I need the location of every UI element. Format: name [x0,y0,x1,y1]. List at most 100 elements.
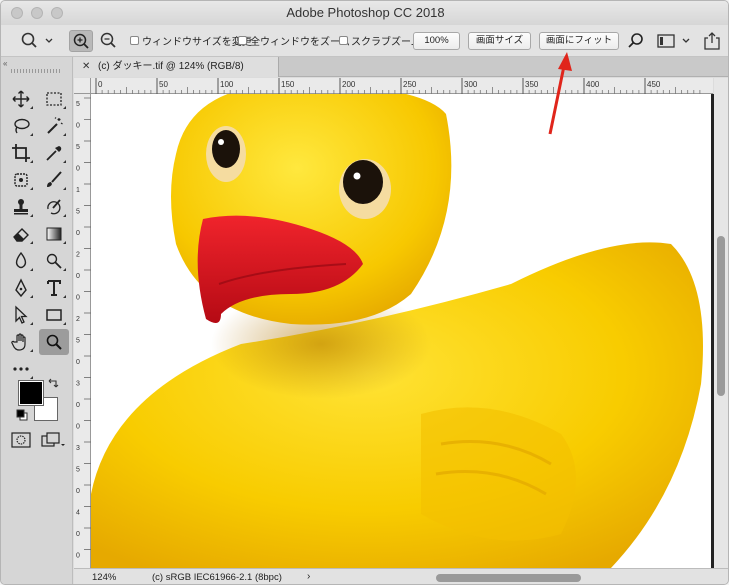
scrubby-zoom-label: スクラブズーム [351,37,421,48]
ruler-tick-label: 0 [76,553,80,560]
dodge-icon [46,253,62,269]
rubber-duck-image [91,94,703,568]
screen-mode-icon[interactable] [41,432,65,448]
ruler-tick-label: 2 [76,316,80,323]
arrow-pointer-icon [15,305,28,324]
vertical-scroll-thumb[interactable] [717,236,725,396]
more-tools-icon [13,367,29,371]
photoshop-window: Adobe Photoshop CC 2018 ウィンドウサイズを変更 全ウィン… [0,0,729,585]
horizontal-ruler[interactable]: 0 50 100 150 200 250 300 350 400 450 [91,78,713,94]
zoom-all-windows-checkbox[interactable] [238,36,247,45]
blur-tool[interactable] [6,248,36,274]
minimize-window-button[interactable] [31,7,43,19]
foreground-color-swatch[interactable] [18,380,44,406]
default-colors-icon[interactable] [16,409,28,421]
zoom-out-icon [100,32,116,48]
scrubby-zoom-checkbox[interactable] [339,36,348,45]
magnifier-icon [46,334,62,350]
ruler-tick-label: 400 [586,80,600,89]
ruler-tick-label: 0 [76,123,80,130]
ruler-tick-label: 5 [76,338,80,345]
document-tab-title: (c) ダッキー.tif @ 124% (RGB/8) [98,61,244,72]
ruler-tick-label: 0 [76,488,80,495]
dodge-tool[interactable] [39,248,69,274]
zoom-all-windows-option[interactable]: 全ウィンドウをズーム [238,33,350,48]
ruler-tick-label: 3 [76,381,80,388]
ruler-tick-label: 450 [647,80,661,89]
swap-colors-icon[interactable] [47,377,59,389]
document-canvas[interactable] [91,94,711,568]
workspace-switcher-icon[interactable] [657,33,693,49]
status-bar: 124% (c) sRGB IEC61966-2.1 (8bpc) › [74,568,728,584]
status-menu-arrow-icon[interactable]: › [307,571,310,582]
ruler-tick-label: 5 [76,467,80,474]
ruler-tick-label: 0 [76,402,80,409]
pen-tool[interactable] [6,275,36,301]
type-tool[interactable] [39,275,69,301]
close-document-icon[interactable]: ✕ [82,57,90,77]
zoom-tool-preset-icon [21,32,53,48]
healing-brush-tool[interactable] [6,167,36,193]
zoom-window-button[interactable] [51,7,63,19]
panel-grip[interactable] [11,69,61,73]
scrubby-zoom-option[interactable]: スクラブズーム [339,33,421,48]
vertical-scrollbar[interactable] [714,78,728,568]
history-brush-icon [47,199,61,215]
history-brush-tool[interactable] [39,194,69,220]
resize-windows-checkbox[interactable] [130,36,139,45]
lasso-tool[interactable] [6,113,36,139]
eraser-tool[interactable] [6,221,36,247]
search-icon[interactable] [627,32,645,50]
marquee-tool[interactable] [39,86,69,112]
zoom-tool[interactable] [39,329,69,355]
close-window-button[interactable] [11,7,23,19]
crop-tool[interactable] [6,140,36,166]
ruler-tick-label: 5 [76,144,80,151]
eyedropper-tool[interactable] [39,140,69,166]
document-tab[interactable]: ✕ (c) ダッキー.tif @ 124% (RGB/8) [74,57,279,77]
zoom-100-button[interactable]: 100% [413,32,460,50]
brush-icon [47,171,62,187]
type-icon [47,280,61,296]
ruler-tick-label: 0 [98,80,103,89]
blur-drop-icon [15,251,27,269]
quick-mask-icon[interactable] [11,432,31,448]
zoom-out-mode-button[interactable] [97,30,121,52]
crop-icon [12,144,30,162]
zoom-all-windows-label: 全ウィンドウをズーム [250,37,350,48]
bandage-icon [14,173,28,187]
fill-screen-button[interactable]: 画面にフィット [539,32,619,50]
hand-icon [11,333,26,351]
gradient-tool[interactable] [39,221,69,247]
ruler-tick-label: 5 [76,209,80,216]
document-tab-bar: ✕ (c) ダッキー.tif @ 124% (RGB/8) [74,57,728,77]
ruler-tick-label: 0 [76,424,80,431]
ruler-tick-label: 200 [342,80,356,89]
edit-toolbar-button[interactable] [6,356,36,382]
zoom-in-mode-button[interactable] [69,30,93,52]
rectangle-tool[interactable] [39,302,69,328]
zoom-in-icon [73,33,89,49]
brush-tool[interactable] [39,167,69,193]
ruler-tick-label: 0 [76,531,80,538]
clone-stamp-tool[interactable] [6,194,36,220]
lasso-icon [14,118,30,134]
ruler-origin[interactable] [74,78,91,94]
hand-tool[interactable] [6,329,36,355]
ruler-tick-label: 100 [220,80,234,89]
document-info: (c) sRGB IEC61966-2.1 (8bpc) [152,572,282,583]
tool-preset-picker[interactable] [19,30,53,52]
share-icon[interactable] [703,31,721,51]
resize-windows-option[interactable]: ウィンドウサイズを変更 [130,33,252,48]
options-bar: ウィンドウサイズを変更 全ウィンドウをズーム スクラブズーム 100% 画面サイ… [1,25,728,57]
horizontal-scroll-thumb[interactable] [436,574,581,582]
magic-wand-tool[interactable] [39,113,69,139]
fit-screen-button[interactable]: 画面サイズ [468,32,531,50]
path-selection-tool[interactable] [6,302,36,328]
vertical-ruler[interactable]: 5 0 5 0 1 5 0 2 0 0 2 5 0 3 0 0 3 5 0 4 0 0 [74,94,91,568]
move-tool[interactable] [6,86,36,112]
ruler-tick-label: 0 [76,359,80,366]
zoom-level-field[interactable]: 124% [92,572,116,583]
ruler-tick-label: 0 [76,273,80,280]
collapse-panel-icon[interactable]: « [3,59,7,68]
